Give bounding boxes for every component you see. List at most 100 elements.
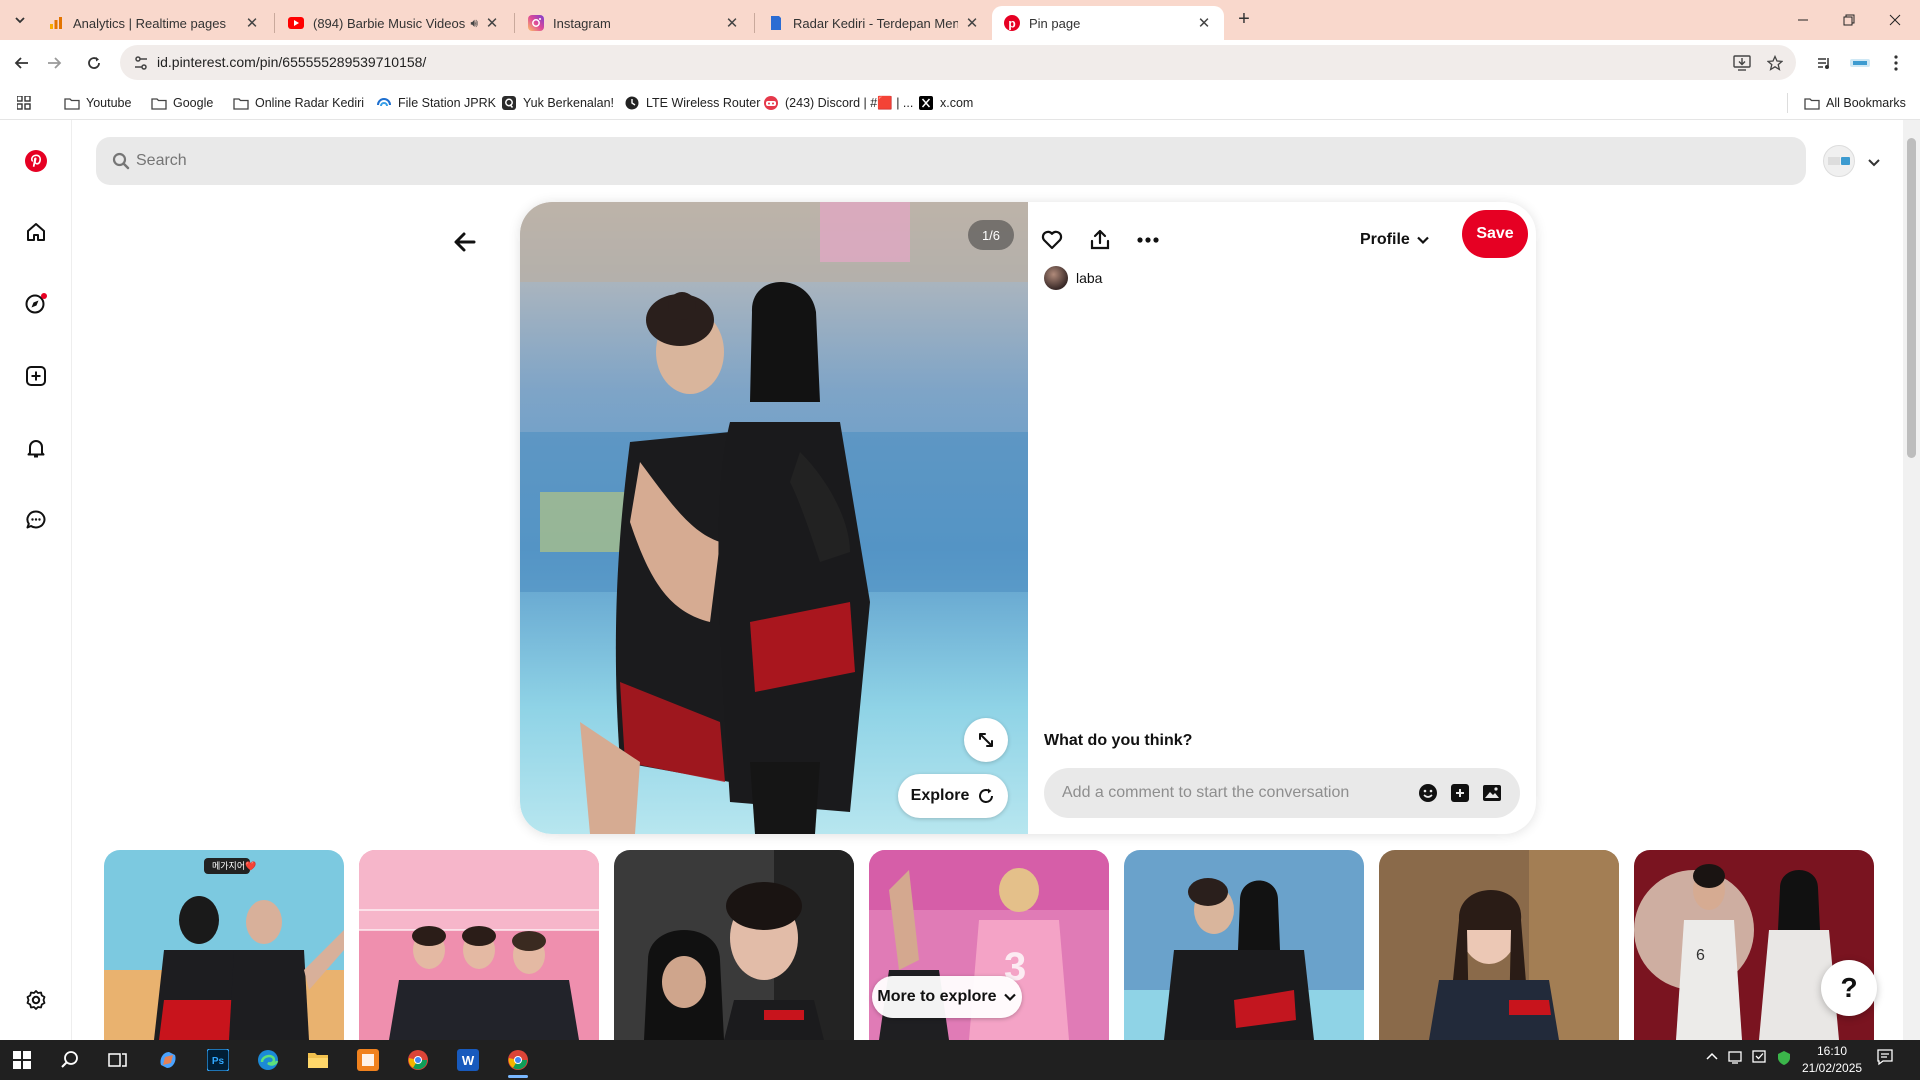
forward-button[interactable]	[41, 50, 67, 76]
create-button[interactable]	[22, 362, 50, 390]
chrome-profile-icon[interactable]	[400, 1046, 436, 1074]
bookmark-label: x.com	[940, 96, 974, 110]
restore-button[interactable]	[1826, 0, 1872, 40]
help-button[interactable]: ?	[1821, 960, 1877, 1016]
scrollbar-thumb[interactable]	[1907, 138, 1916, 458]
install-app-icon[interactable]	[1733, 54, 1751, 72]
file-explorer-icon[interactable]	[300, 1046, 336, 1074]
tab-pinterest[interactable]: p Pin page ✕	[992, 6, 1224, 40]
photoshop-icon[interactable]: Ps	[200, 1046, 236, 1074]
profile-dropdown[interactable]: Profile	[1360, 224, 1430, 256]
close-icon[interactable]: ✕	[244, 14, 260, 32]
start-button[interactable]	[4, 1046, 40, 1074]
tab-search-button[interactable]	[8, 8, 32, 32]
bookmark-google[interactable]: Google	[151, 93, 213, 113]
related-pin[interactable]: 메가지어❤️	[104, 850, 344, 1040]
file-station-icon	[376, 95, 392, 111]
analytics-icon	[48, 15, 64, 31]
speaker-icon[interactable]: 🔊︎	[470, 16, 478, 31]
page-scrollbar[interactable]	[1903, 120, 1920, 1040]
pin-author[interactable]: laba	[1044, 266, 1102, 290]
bookmark-label: Online Radar Kediri	[255, 96, 365, 110]
network-icon[interactable]	[1728, 1050, 1744, 1067]
radar-kediri-icon	[768, 15, 784, 31]
related-pin[interactable]	[614, 850, 854, 1040]
pin-details-panel: Profile Save laba What do you think?	[1028, 202, 1536, 834]
bookmark-online-radar-kediri[interactable]: Online Radar Kediri	[233, 93, 364, 113]
comment-box	[1044, 768, 1520, 818]
sticker-icon[interactable]	[1450, 783, 1470, 803]
bookmark-star-icon[interactable]	[1766, 54, 1784, 72]
chrome-icon[interactable]	[500, 1046, 536, 1078]
bookmark-discord[interactable]: (243) Discord | #🟥 | ...	[763, 93, 913, 113]
image-upload-icon[interactable]	[1482, 783, 1502, 803]
profile-icon[interactable]	[1848, 51, 1872, 75]
close-icon[interactable]: ✕	[484, 14, 500, 32]
browser-menu-icon[interactable]	[1884, 51, 1908, 75]
search-input[interactable]	[136, 137, 1736, 185]
tray-chevron-up-icon[interactable]	[1706, 1050, 1718, 1064]
bookmark-yuk-berkenalan[interactable]: Yuk Berkenalan!	[501, 93, 614, 113]
apps-button[interactable]	[16, 93, 38, 113]
home-icon	[27, 223, 45, 241]
copilot-icon[interactable]	[150, 1046, 186, 1074]
back-arrow-button[interactable]	[452, 229, 482, 259]
related-pin[interactable]	[1379, 850, 1619, 1040]
edge-icon[interactable]	[250, 1046, 286, 1074]
arrow-right-icon	[48, 57, 62, 69]
pinterest-icon: p	[1004, 15, 1020, 31]
comment-input[interactable]	[1062, 768, 1402, 818]
system-clock[interactable]: 16:10 21/02/2025	[1802, 1043, 1862, 1077]
all-bookmarks[interactable]: All Bookmarks	[1787, 93, 1906, 113]
tab-instagram[interactable]: Instagram ✕	[516, 6, 752, 40]
close-icon[interactable]: ✕	[724, 14, 740, 32]
svg-text:p: p	[1008, 17, 1015, 31]
notifications-button[interactable]	[22, 434, 50, 462]
react-button[interactable]	[1032, 220, 1072, 260]
new-tab-button[interactable]: +	[1232, 8, 1256, 32]
back-button[interactable]	[9, 50, 35, 76]
share-button[interactable]	[1080, 220, 1120, 260]
reload-button[interactable]	[81, 50, 107, 76]
emoji-icon[interactable]	[1418, 783, 1438, 803]
related-pin[interactable]	[1124, 850, 1364, 1040]
messages-button[interactable]	[22, 506, 50, 534]
bookmark-file-station[interactable]: File Station JPRK	[376, 93, 496, 113]
bookmark-x[interactable]: x.com	[918, 93, 973, 113]
explore-button[interactable]	[22, 290, 50, 318]
settings-button[interactable]	[22, 986, 50, 1014]
site-info-icon[interactable]	[132, 54, 150, 72]
close-icon[interactable]: ✕	[1196, 14, 1212, 32]
search-taskbar-button[interactable]	[52, 1046, 88, 1074]
security-icon[interactable]	[1752, 1050, 1768, 1067]
thumbnail-overlay-text: 메가지어❤️	[212, 861, 257, 871]
save-button[interactable]: Save	[1462, 210, 1528, 258]
media-control-icon[interactable]	[1812, 51, 1836, 75]
close-window-button[interactable]	[1872, 0, 1918, 40]
more-to-explore-button[interactable]: More to explore	[872, 976, 1022, 1018]
word-icon[interactable]: W	[450, 1046, 486, 1074]
pin-image[interactable]: 1/6 Explore	[520, 202, 1028, 834]
explore-button[interactable]: Explore	[898, 774, 1008, 818]
pinterest-logo[interactable]	[22, 147, 50, 175]
shield-icon[interactable]	[1776, 1050, 1792, 1069]
minimize-button[interactable]	[1780, 0, 1826, 40]
account-menu-button[interactable]	[1864, 152, 1884, 172]
close-icon[interactable]: ✕	[964, 14, 980, 32]
related-pin[interactable]	[359, 850, 599, 1040]
notification-center-icon[interactable]	[1876, 1048, 1894, 1069]
address-bar[interactable]: id.pinterest.com/pin/655555289539710158/	[120, 45, 1796, 80]
tab-youtube[interactable]: (894) Barbie Music Videos | 🔊︎ ✕	[276, 6, 512, 40]
account-avatar[interactable]	[1823, 145, 1855, 177]
bookmark-youtube[interactable]: Youtube	[64, 93, 131, 113]
bookmark-lte-router[interactable]: LTE Wireless Router	[624, 93, 760, 113]
tab-radar-kediri[interactable]: Radar Kediri - Terdepan Menga ✕	[756, 6, 992, 40]
expand-button[interactable]	[964, 718, 1008, 762]
task-view-icon	[108, 1053, 127, 1067]
more-options-button[interactable]	[1128, 220, 1168, 260]
sublime-like-icon[interactable]	[350, 1046, 386, 1074]
task-view-button[interactable]	[100, 1046, 136, 1074]
tab-analytics[interactable]: Analytics | Realtime pages ✕	[36, 6, 272, 40]
search-bar	[96, 137, 1806, 185]
home-button[interactable]	[22, 218, 50, 246]
